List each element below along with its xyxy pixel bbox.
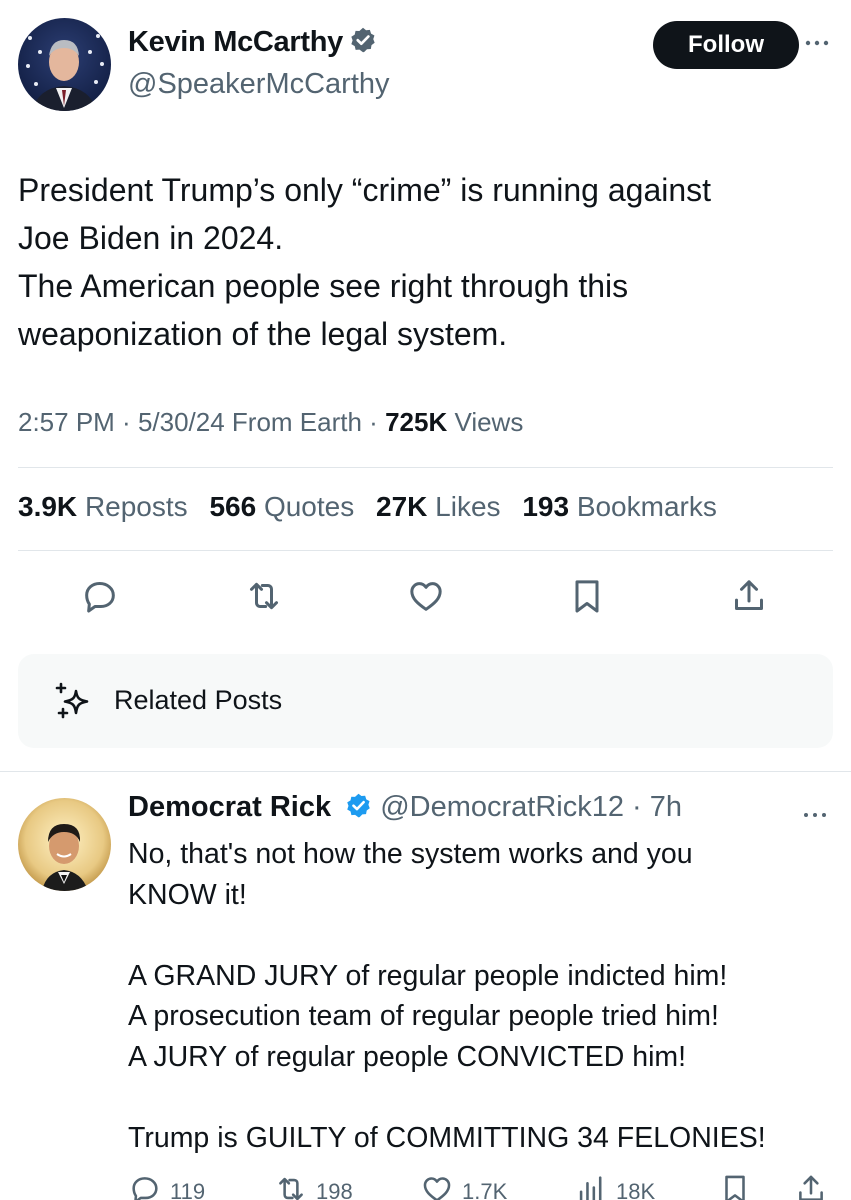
quotes-count: 566	[209, 491, 257, 522]
divider	[0, 771, 851, 772]
author-avatar[interactable]	[18, 18, 111, 111]
likes-label: Likes	[435, 491, 501, 522]
bookmark-icon[interactable]	[563, 572, 611, 620]
reposts-count: 3.9K	[18, 491, 78, 522]
separator-dot: ·	[624, 791, 650, 823]
reply-reply-button[interactable]: 119	[128, 1172, 205, 1200]
reply-count: 119	[170, 1179, 206, 1200]
reposts-stat[interactable]: 3.9K Reposts	[18, 491, 188, 522]
sparkle-icon	[51, 679, 97, 725]
tweet-date[interactable]: 5/30/24	[138, 407, 225, 437]
reply-author-handle[interactable]: @DemocratRick12	[380, 791, 624, 823]
tweet-text: President Trump’s only “crime” is runnin…	[18, 172, 712, 352]
divider	[18, 550, 833, 551]
reply-time[interactable]: 7h	[650, 791, 682, 823]
reply-like-button[interactable]: 1.7K	[420, 1172, 507, 1200]
tweet-header: Kevin McCarthy @SpeakerMcCarthy Follow	[18, 18, 833, 113]
like-count: 1.7K	[462, 1179, 508, 1200]
share-icon[interactable]	[725, 572, 773, 620]
author-handle[interactable]: @SpeakerMcCarthy	[128, 68, 390, 101]
like-icon[interactable]	[402, 572, 450, 620]
views-count: 725K	[385, 407, 448, 437]
reply-action-bar: 119 198 1.7K 18K	[128, 1172, 828, 1200]
reply-header: Democrat Rick @DemocratRick12 · 7h	[128, 791, 682, 827]
more-options-icon[interactable]	[802, 28, 832, 58]
likes-count: 27K	[376, 491, 428, 522]
reply-text: No, that's not how the system works and …	[128, 838, 766, 1154]
quotes-label: Quotes	[263, 491, 355, 522]
reply-bookmark-button[interactable]	[718, 1172, 752, 1200]
like-icon	[420, 1172, 454, 1200]
quotes-stat[interactable]: 566 Quotes	[209, 491, 354, 522]
reply-views-button[interactable]: 18K	[574, 1172, 655, 1200]
repost-count: 198	[316, 1179, 353, 1200]
related-posts-label: Related Posts	[114, 685, 283, 715]
tweet-source: From Earth	[231, 407, 362, 437]
repost-icon	[274, 1172, 308, 1200]
bookmark-icon	[718, 1172, 752, 1200]
reply-author-avatar[interactable]	[18, 798, 111, 891]
verified-badge-icon	[349, 26, 377, 62]
reply-author-name[interactable]: Democrat Rick	[128, 791, 331, 823]
tweet-time[interactable]: 2:57 PM	[18, 407, 115, 437]
reply-icon	[128, 1172, 162, 1200]
divider	[18, 467, 833, 468]
repost-icon[interactable]	[240, 572, 288, 620]
bookmarks-stat[interactable]: 193 Bookmarks	[522, 491, 717, 522]
author-name[interactable]: Kevin McCarthy	[128, 26, 377, 62]
reposts-label: Reposts	[84, 491, 188, 522]
tweet-meta: 2:57 PM · 5/30/24 From Earth · 725K View…	[18, 407, 524, 437]
views-count: 18K	[616, 1179, 656, 1200]
likes-stat[interactable]: 27K Likes	[376, 491, 501, 522]
views-icon	[574, 1172, 608, 1200]
reply-repost-button[interactable]: 198	[274, 1172, 353, 1200]
reply-icon[interactable]	[76, 572, 124, 620]
follow-button[interactable]: Follow	[653, 21, 799, 69]
related-posts-card[interactable]: Related Posts	[18, 654, 833, 748]
verified-badge-icon	[345, 792, 372, 827]
tweet-action-bar	[18, 572, 833, 622]
tweet-stats: 3.9K Reposts 566 Quotes 27K Likes 193 Bo…	[18, 491, 731, 523]
share-icon	[794, 1172, 828, 1200]
author-name-text[interactable]: Kevin McCarthy	[128, 26, 343, 58]
bookmarks-label: Bookmarks	[576, 491, 717, 522]
more-options-icon[interactable]	[800, 800, 830, 830]
reply-share-button[interactable]	[794, 1172, 828, 1200]
bookmarks-count: 193	[522, 491, 570, 522]
views-label: Views	[454, 407, 524, 437]
